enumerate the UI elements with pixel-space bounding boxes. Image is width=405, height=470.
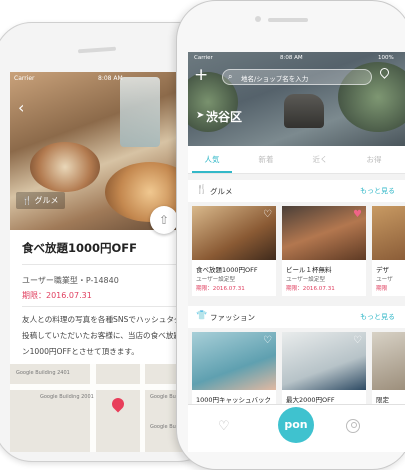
coupon-name: 限定	[376, 396, 389, 404]
coupon-card[interactable]: ♡ 最大2000円OFF	[282, 332, 366, 408]
tshirt-icon: 👕	[196, 311, 208, 321]
coupon-type: ユーザー設定型	[196, 277, 236, 283]
map-pin-icon[interactable]	[109, 395, 127, 413]
heart-filled-icon[interactable]: ♥	[353, 209, 362, 220]
search-placeholder: 地名/ショップ名を入力	[241, 75, 309, 83]
heart-icon[interactable]: ♡	[353, 335, 362, 346]
hachiko-statue-shape	[284, 94, 324, 128]
coupon-name: ビール１杯無料	[286, 266, 332, 274]
coupon-name: 最大2000円OFF	[286, 396, 335, 404]
coupon-meta: ユーザー職業型・P-14840	[22, 276, 119, 285]
carrier-label: Carrier	[14, 75, 35, 82]
tab-popular[interactable]: 人気	[192, 154, 232, 165]
heart-icon[interactable]: ♡	[263, 335, 272, 346]
coupon-date: 期限	[376, 286, 388, 292]
location-header: Carrier 8:08 AM 100% + ⌕ 地名/ショップ名を入力 ➤ 渋…	[188, 52, 405, 146]
section-header-fashion: 👕 ファッション もっと見る	[188, 306, 405, 328]
coupon-title: 食べ放題1000円OFF	[22, 241, 137, 255]
bottom-tab-bar: ♡ pon	[188, 404, 405, 452]
see-more-link[interactable]: もっと見る	[360, 186, 395, 196]
heart-icon[interactable]: ♡	[263, 209, 272, 220]
coupon-image	[372, 332, 405, 390]
category-badge: 🍴 グルメ	[16, 192, 65, 209]
tab-new[interactable]: 新着	[246, 154, 286, 165]
coupon-description: 友人との料理の写真を各種SNSでハッシュタグ付け投稿していただいたお客様に、当店…	[22, 315, 197, 356]
coupon-name: 1000円キャッシュバック	[196, 396, 272, 404]
battery-label: 100%	[378, 55, 394, 61]
coupon-card[interactable]: 限定	[372, 332, 405, 408]
section-title: ファッション	[210, 313, 255, 322]
fork-knife-icon: 🍴	[22, 196, 32, 205]
search-input[interactable]: ⌕ 地名/ショップ名を入力	[222, 69, 372, 85]
tab-deals[interactable]: お得	[354, 154, 394, 165]
divider	[22, 306, 192, 307]
front-phone-screen: Carrier 8:08 AM 100% + ⌕ 地名/ショップ名を入力 ➤ 渋…	[188, 52, 405, 452]
category-label: グルメ	[34, 196, 59, 205]
coupon-type: ユーザ	[376, 277, 393, 283]
section-title: グルメ	[210, 187, 233, 196]
tab-nearby[interactable]: 近く	[300, 154, 340, 165]
front-speaker	[268, 18, 308, 22]
carrier-label: Carrier	[194, 55, 213, 61]
add-button[interactable]: +	[194, 65, 208, 85]
coupon-card[interactable]: ♡ 1000円キャッシュバック	[192, 332, 276, 408]
share-button[interactable]: ⇧	[150, 206, 178, 234]
front-status-bar: Carrier 8:08 AM 100%	[188, 52, 405, 64]
favorites-heart-icon[interactable]: ♡	[218, 419, 230, 434]
search-icon: ⌕	[228, 72, 233, 81]
back-arrow-icon[interactable]: ‹	[18, 98, 24, 117]
section-header-gourmet: 🍴 グルメ もっと見る	[188, 180, 405, 202]
map-label: Google Building 2401	[16, 370, 70, 376]
share-icon: ⇧	[158, 213, 170, 227]
profile-icon[interactable]	[346, 419, 360, 433]
glass-shape	[120, 77, 160, 147]
coupon-date: 期限：2016.07.31	[286, 286, 335, 292]
location-arrow-icon: ➤	[196, 110, 205, 121]
pon-button[interactable]: pon	[278, 407, 314, 443]
see-more-link[interactable]: もっと見る	[360, 312, 395, 322]
coupon-card[interactable]: デザ ユーザ 期限	[372, 206, 405, 296]
tab-indicator	[192, 171, 232, 173]
coupon-name: 食べ放題1000円OFF	[196, 266, 258, 274]
tab-bar: 人気 新着 近く お得	[188, 146, 405, 174]
fork-knife-icon: 🍴	[196, 185, 208, 195]
coupon-name: デザ	[376, 266, 389, 274]
clock: 8:08 AM	[280, 55, 303, 61]
location-name[interactable]: 渋谷区	[206, 108, 242, 125]
map-label: Google Building 2001	[40, 394, 94, 400]
coupon-type: ユーザー設定型	[286, 277, 326, 283]
divider	[22, 264, 192, 265]
map-road	[140, 364, 145, 452]
coupon-image	[372, 206, 405, 260]
clock: 8:08 AM	[98, 75, 123, 82]
map-road	[90, 364, 96, 452]
plate-shape	[30, 142, 100, 192]
coupon-date: 期限：2016.07.31	[196, 286, 245, 292]
coupon-card[interactable]: ♥ ビール１杯無料 ユーザー設定型 期限：2016.07.31	[282, 206, 366, 296]
front-camera	[255, 16, 261, 22]
coupon-card[interactable]: ♡ 食べ放題1000円OFF ユーザー設定型 期限：2016.07.31	[192, 206, 276, 296]
coupon-period: 期限：2016.07.31	[22, 291, 92, 300]
